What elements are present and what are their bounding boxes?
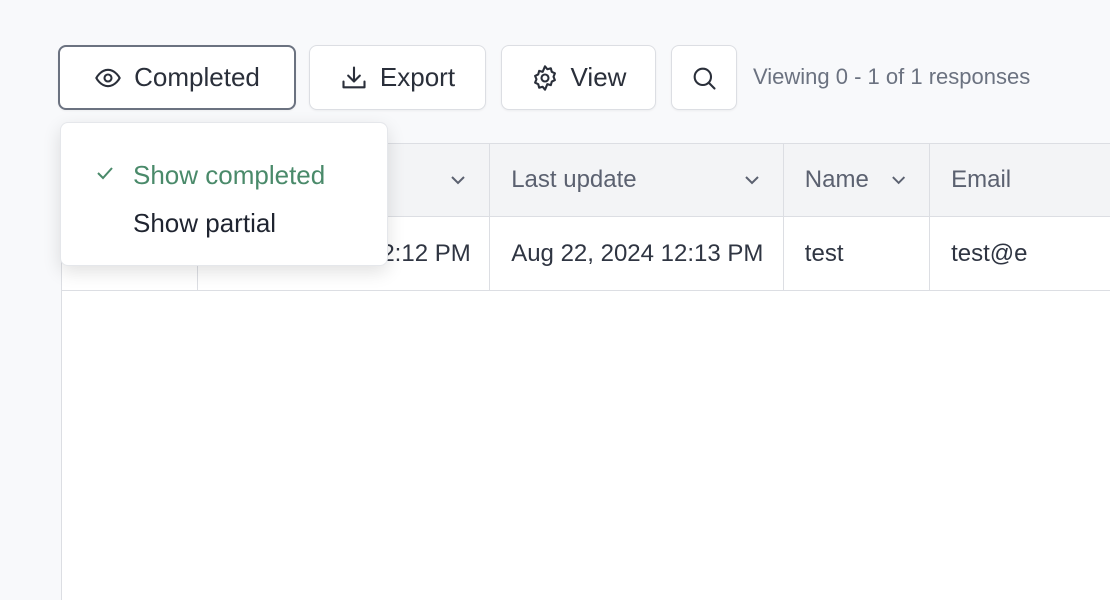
- menu-item-show-completed[interactable]: Show completed: [61, 151, 387, 199]
- eye-icon: [95, 68, 121, 87]
- search-icon: [693, 67, 716, 90]
- viewing-count: Viewing 0 - 1 of 1 responses: [753, 64, 1031, 89]
- view-label: View: [570, 62, 627, 92]
- check-icon: [97, 167, 113, 180]
- filter-label: Completed: [134, 62, 260, 92]
- export-label: Export: [379, 62, 456, 92]
- chevron-down-icon: [892, 176, 905, 185]
- view-button[interactable]: View: [501, 45, 656, 110]
- menu-item-label: Show partial: [133, 207, 277, 238]
- header-label: Last update: [511, 166, 637, 193]
- header-label: Email: [951, 166, 1012, 193]
- filter-completed-button[interactable]: Completed: [58, 45, 296, 110]
- cell-name: test: [784, 217, 931, 290]
- header-email[interactable]: Email: [930, 144, 1110, 216]
- search-button[interactable]: [671, 45, 737, 110]
- menu-item-label: Show completed: [133, 159, 326, 190]
- header-name[interactable]: Name: [784, 144, 931, 216]
- gear-icon: [533, 64, 556, 91]
- export-button[interactable]: Export: [309, 45, 486, 110]
- cell-email: test@e: [951, 239, 1028, 267]
- download-icon: [342, 65, 366, 88]
- header-last-update[interactable]: Last update: [490, 144, 784, 216]
- filter-dropdown-menu: Show completed Show partial: [60, 122, 388, 266]
- cell-last-update: Aug 22, 2024 12:13 PM: [490, 217, 784, 290]
- chevron-down-icon: [745, 176, 759, 185]
- chevron-down-icon: [451, 176, 465, 185]
- header-label: Name: [804, 166, 869, 193]
- menu-item-show-partial[interactable]: Show partial: [61, 199, 387, 247]
